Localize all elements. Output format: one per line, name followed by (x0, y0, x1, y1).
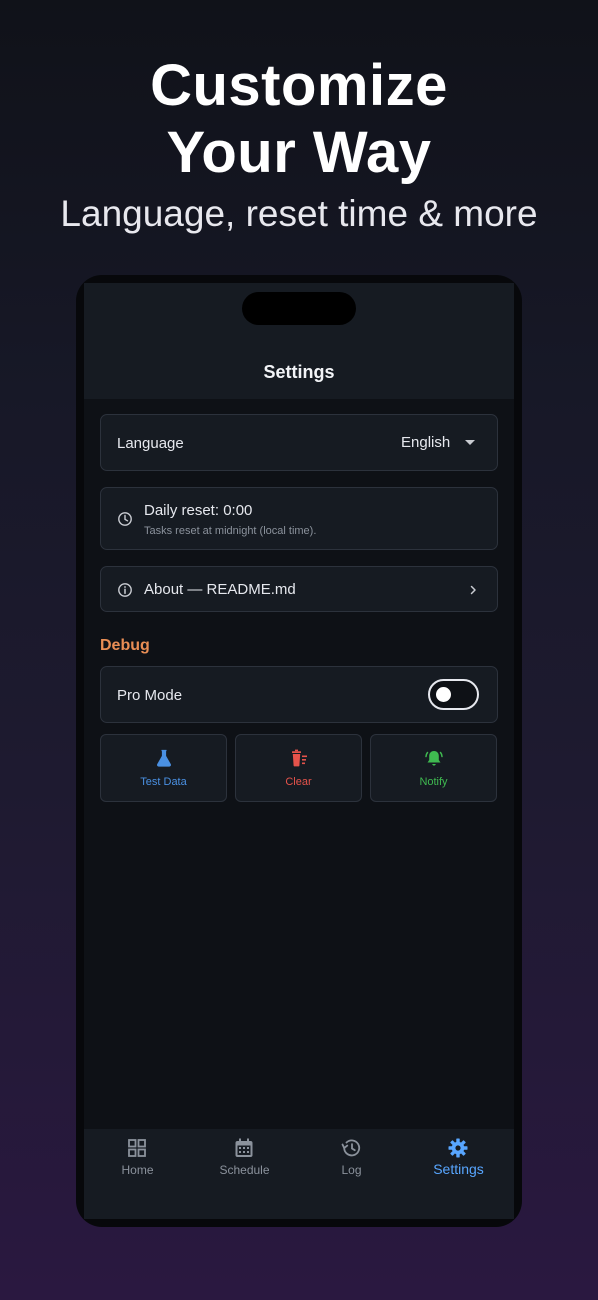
nav-item-settings[interactable]: Settings (405, 1129, 512, 1189)
daily-reset-subtitle: Tasks reset at midnight (local time). (144, 525, 317, 537)
nav-item-home[interactable]: Home (84, 1129, 191, 1189)
pro-mode-row: Pro Mode (100, 666, 498, 723)
dropdown-arrow-icon (465, 440, 475, 445)
clock-icon (117, 511, 133, 527)
daily-reset-title: Daily reset: 0:00 (144, 502, 253, 519)
flask-icon (154, 748, 174, 768)
clear-label: Clear (285, 776, 312, 788)
pro-mode-label: Pro Mode (117, 687, 183, 704)
calendar-icon (233, 1137, 255, 1159)
test-data-button[interactable]: Test Data (100, 734, 227, 802)
grid-icon (126, 1137, 148, 1159)
app-screen: Settings Language English Daily reset: 0… (84, 283, 514, 1219)
nav-item-log[interactable]: Log (298, 1129, 405, 1189)
section-title-debug: Debug (100, 637, 150, 654)
pro-mode-toggle[interactable] (428, 679, 479, 710)
info-icon (117, 582, 133, 598)
history-icon (340, 1137, 362, 1159)
notify-button[interactable]: Notify (370, 734, 497, 802)
nav-label-log: Log (341, 1163, 362, 1177)
nav-label-settings: Settings (433, 1161, 484, 1177)
about-label: About — README.md (144, 581, 296, 598)
trash-icon (289, 748, 309, 768)
page-title: Settings (263, 362, 335, 382)
test-data-label: Test Data (140, 776, 187, 788)
bell-icon (424, 748, 444, 768)
gear-icon (447, 1137, 469, 1159)
nav-item-schedule[interactable]: Schedule (191, 1129, 298, 1189)
hero-title: Customize Your Way (0, 52, 598, 186)
language-selector[interactable]: Language English (100, 414, 498, 471)
nav-label-schedule: Schedule (219, 1163, 270, 1177)
dynamic-island (242, 292, 356, 325)
about-row[interactable]: About — README.md (100, 566, 498, 612)
toggle-knob (436, 687, 451, 702)
bottom-nav: Home Schedule Log Settings (84, 1129, 514, 1219)
clear-button[interactable]: Clear (235, 734, 362, 802)
language-label: Language (117, 435, 184, 452)
hero-title-line2: Your Way (166, 120, 432, 185)
chevron-right-icon (465, 582, 481, 598)
nav-label-home: Home (121, 1163, 154, 1177)
language-value: English (401, 434, 451, 451)
daily-reset-row[interactable]: Daily reset: 0:00 Tasks reset at midnigh… (100, 487, 498, 550)
notify-label: Notify (419, 776, 448, 788)
phone-frame: Settings Language English Daily reset: 0… (76, 275, 522, 1227)
hero-title-line1: Customize (150, 53, 448, 118)
hero-subtitle: Language, reset time & more (60, 193, 538, 234)
